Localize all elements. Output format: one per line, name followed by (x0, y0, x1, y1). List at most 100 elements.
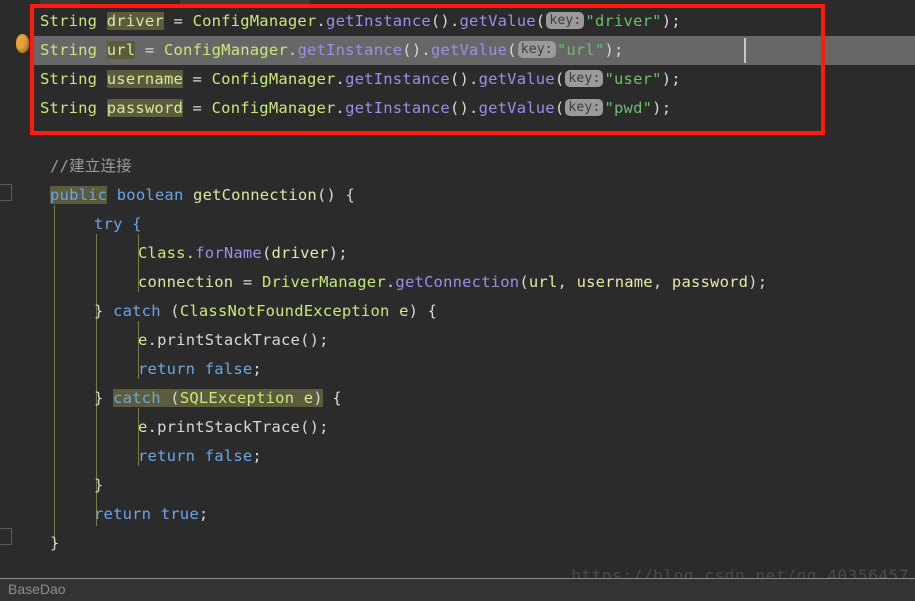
token-method: getInstance (345, 99, 450, 117)
token-field: connection (138, 273, 234, 291)
token-punct: ); (652, 99, 672, 117)
token-punct: ); (748, 273, 768, 291)
code-editor[interactable]: String driver = ConfigManager.getInstanc… (0, 0, 915, 601)
token-punct: ( (519, 273, 529, 291)
inlay-hint-key: key: (546, 12, 585, 29)
token-keyword: public (50, 186, 108, 204)
code-line[interactable]: e.printStackTrace(); (0, 326, 915, 355)
bookmark-dot-icon[interactable] (16, 34, 29, 53)
token-brace: } (94, 389, 114, 407)
token-arg: username (576, 273, 653, 291)
token-punct: ( (554, 99, 565, 117)
token-var: e (138, 331, 148, 349)
token-method: getConnection (395, 273, 520, 291)
token-arg: driver (271, 244, 329, 262)
code-line[interactable]: String username = ConfigManager.getInsta… (0, 65, 915, 94)
inlay-hint-key: key: (565, 70, 604, 87)
token-var: e (294, 389, 314, 407)
token-punct: (). (430, 12, 460, 30)
token-dot: . (147, 418, 158, 436)
token-keyword: boolean (116, 186, 184, 204)
token-punct: , (557, 273, 577, 291)
breadcrumb-class[interactable]: BaseDao (8, 581, 66, 597)
token-punct: ; (252, 360, 262, 378)
code-line[interactable]: connection = DriverManager.getConnection… (0, 268, 915, 297)
token-keyword: return (138, 360, 196, 378)
token-dot: . (185, 244, 196, 262)
token-punct: ( (507, 41, 517, 59)
token-keyword: return (138, 447, 196, 465)
token-punct: (). (449, 99, 479, 117)
token-punct: ) (313, 389, 323, 407)
token-method: getValue (478, 70, 555, 88)
token-punct: { (322, 389, 342, 407)
token-identifier: password (106, 99, 184, 117)
code-line[interactable]: public boolean getConnection() { (0, 181, 915, 210)
token-class: ConfigManager (211, 99, 336, 117)
token-punct: ); (661, 70, 681, 88)
token-method: getInstance (326, 12, 431, 30)
code-line[interactable]: } (0, 471, 915, 500)
token-keyword: return (94, 505, 152, 523)
token-operator: = (183, 99, 212, 117)
token-brace: } (50, 534, 60, 552)
code-line[interactable]: try { (0, 210, 915, 239)
code-line[interactable]: } (0, 529, 915, 558)
token-method: printStackTrace (157, 418, 301, 436)
token-string: "user" (604, 70, 662, 88)
token-var: e (389, 302, 409, 320)
code-line[interactable]: String driver = ConfigManager.getInstanc… (0, 7, 915, 36)
token-string: "pwd" (604, 99, 653, 117)
token-method: getInstance (345, 70, 450, 88)
code-line[interactable]: e.printStackTrace(); (0, 413, 915, 442)
code-line[interactable]: return false; (0, 355, 915, 384)
token-identifier: url (106, 41, 136, 59)
token-dot: . (385, 273, 396, 291)
code-line[interactable]: } catch (ClassNotFoundException e) { (0, 297, 915, 326)
token-operator: = (163, 12, 193, 30)
token-type: String (40, 99, 98, 117)
token-punct: ( (554, 70, 565, 88)
token-keyword: catch (113, 302, 161, 320)
code-line[interactable]: return true; (0, 500, 915, 529)
token-dot: . (316, 12, 327, 30)
breadcrumb-bar[interactable]: BaseDao (0, 579, 915, 601)
token-method-decl: getConnection (193, 186, 317, 204)
token-type: String (40, 70, 98, 88)
code-line[interactable]: return false; (0, 442, 915, 471)
token-arg: url (528, 273, 558, 291)
code-line[interactable]: Class.forName(driver); (0, 239, 915, 268)
token-dot: . (335, 70, 346, 88)
token-punct: ; (252, 447, 262, 465)
token-punct: ); (661, 12, 681, 30)
token-punct: (). (449, 70, 479, 88)
token-method: getValue (459, 12, 536, 30)
token-punct: ); (328, 244, 348, 262)
token-identifier: username (106, 70, 184, 88)
inlay-hint-key: key: (565, 99, 604, 116)
token-method: forName (195, 244, 262, 262)
code-line[interactable]: } catch (SQLException e) { (0, 384, 915, 413)
code-fold-icon[interactable] (0, 528, 12, 545)
token-exception: ClassNotFoundException (179, 302, 390, 320)
token-punct: ( (261, 244, 272, 262)
token-punct: ); (604, 41, 624, 59)
code-fold-icon[interactable] (0, 184, 12, 201)
token-punct: ) { (408, 302, 438, 320)
token-method: getValue (430, 41, 508, 59)
code-line[interactable]: String password = ConfigManager.getInsta… (0, 94, 915, 123)
token-brace: } (94, 302, 114, 320)
token-punct: (); (300, 418, 329, 436)
token-type: String (40, 12, 98, 30)
token-comment: //建立连接 (50, 157, 132, 175)
token-dot: . (287, 41, 298, 59)
code-surface[interactable]: String driver = ConfigManager.getInstanc… (0, 0, 915, 578)
code-line[interactable]: //建立连接 (0, 152, 915, 181)
token-class: Class (138, 244, 186, 262)
token-operator: = (135, 41, 164, 59)
code-line[interactable]: String url = ConfigManager.getInstance()… (0, 36, 915, 65)
token-punct: ( (535, 12, 546, 30)
